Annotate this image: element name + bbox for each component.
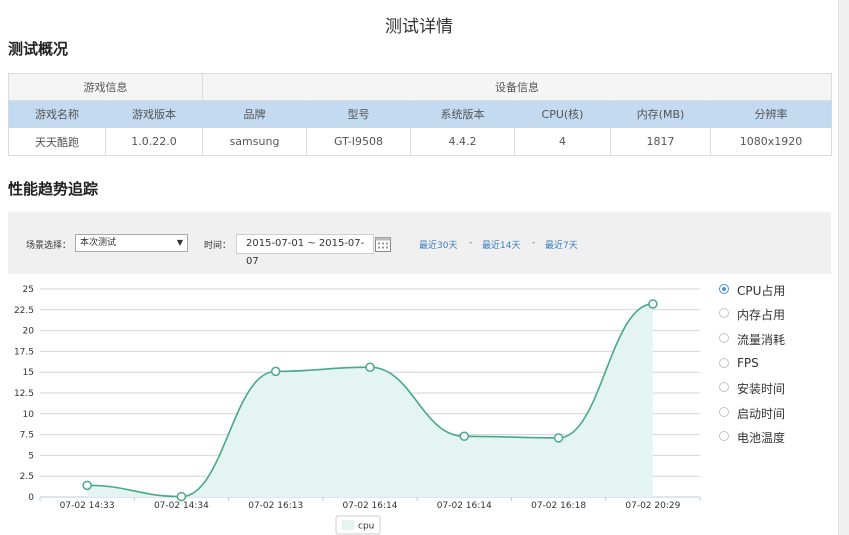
metric-label: 流量消耗 [737,333,786,347]
cell-model: GT-I9508 [306,127,411,156]
data-point [365,362,375,372]
radio-icon [719,308,729,318]
overview-section-title: 测试概况 [8,40,69,58]
radio-icon [719,431,729,441]
header-game-version: 游戏版本 [105,100,203,128]
y-tick-label: 2.5 [20,472,34,482]
metric-label: CPU占用 [737,284,786,298]
quick-range-7d[interactable]: 最近7天 [545,238,578,251]
metric-option-battery-temp[interactable]: 电池温度 [719,429,819,445]
metric-label: 安装时间 [737,382,786,396]
data-point [82,480,92,491]
quick-range-separator: - [532,238,536,248]
header-brand: 品牌 [202,100,307,128]
cell-brand: samsung [202,127,307,156]
metric-label: 电池温度 [737,431,786,445]
data-point [648,299,658,309]
legend-swatch-cpu [342,520,354,530]
y-tick-label: 12.5 [14,389,34,399]
metric-option-memory[interactable]: 内存占用 [719,306,819,322]
page-title: 测试详情 [385,17,453,37]
group-game-info: 游戏信息 [8,73,203,101]
x-tick-label: 07-02 16:14 [437,501,492,511]
y-tick-label: 20 [23,327,35,337]
y-tick-label: 25 [23,285,34,295]
y-tick-label: 17.5 [14,347,34,357]
x-tick-label: 07-02 16:14 [343,501,398,511]
metric-label: 内存占用 [737,308,786,322]
data-point [270,366,281,377]
dropdown-arrow-icon: ▼ [176,238,183,247]
header-cpu-cores: CPU(核) [514,100,611,128]
y-tick-label: 0 [28,493,34,503]
cell-os-version: 4.4.2 [410,127,515,156]
x-tick-label: 07-02 20:29 [625,501,680,511]
y-tick-label: 15 [23,368,34,378]
device-info-table: 游戏信息 设备信息 游戏名称 游戏版本 品牌 型号 系统版本 CPU(核) 内存… [8,73,832,156]
scene-select[interactable]: 本次测试 ▼ [75,234,188,252]
x-tick-label: 07-02 14:34 [154,501,209,511]
quick-range-30d[interactable]: 最近30天 [419,238,457,251]
quick-range-separator: - [469,238,473,248]
header-model: 型号 [306,100,411,128]
radio-icon [719,407,729,417]
cpu-trend-chart: 0 2.5 5 7.5 10 12.5 15 17.5 20 22.5 25 07-02 14:33 0… [14,285,701,535]
page-scrollbar[interactable] [838,0,849,535]
trend-section-title: 性能趋势追踪 [8,180,99,198]
header-resolution: 分辨率 [710,100,832,128]
data-point [553,433,564,443]
y-tick-label: 10 [23,410,35,420]
filter-bar: 场景选择： 本次测试 ▼ 时间： 2015-07-01 ~ 2015-07-07… [8,212,831,274]
metric-option-cpu[interactable]: CPU占用 [719,282,819,298]
metric-option-fps[interactable]: FPS [719,356,819,372]
date-range-input[interactable]: 2015-07-01 ~ 2015-07-07 [236,234,374,267]
x-tick-label: 07-02 16:18 [531,501,586,511]
header-game-name: 游戏名称 [8,100,106,128]
time-label: 时间： [204,241,232,251]
radio-icon [719,333,729,343]
x-tick-label: 07-02 16:13 [248,501,303,511]
cell-memory: 1817 [610,127,711,156]
quick-range-14d[interactable]: 最近14天 [482,238,520,251]
header-memory: 内存(MB) [610,100,711,128]
cell-resolution: 1080x1920 [710,127,832,156]
data-point [176,491,187,502]
group-device-info: 设备信息 [202,73,832,101]
radio-icon [719,358,729,368]
data-point [459,431,470,442]
calendar-icon[interactable] [374,235,392,253]
metric-option-install-time[interactable]: 安装时间 [719,380,819,396]
radio-icon [719,284,729,294]
y-tick-label: 7.5 [20,431,34,441]
cell-game-version: 1.0.22.0 [105,127,203,156]
metric-option-traffic[interactable]: 流量消耗 [719,331,819,347]
header-os-version: 系统版本 [410,100,515,128]
y-tick-label: 22.5 [14,306,34,316]
y-tick-label: 5 [28,451,34,461]
metric-label: FPS [737,356,759,370]
scene-select-value: 本次测试 [80,238,117,248]
cell-game-name: 天天酷跑 [8,127,106,156]
cell-cpu-cores: 4 [514,127,611,156]
series-area-cpu [87,303,653,497]
metric-label: 启动时间 [737,407,786,421]
x-tick-label: 07-02 14:33 [60,501,115,511]
legend-label-cpu: cpu [358,522,374,532]
scene-label: 场景选择： [26,241,72,251]
metric-option-launch-time[interactable]: 启动时间 [719,405,819,421]
radio-icon [719,382,729,392]
